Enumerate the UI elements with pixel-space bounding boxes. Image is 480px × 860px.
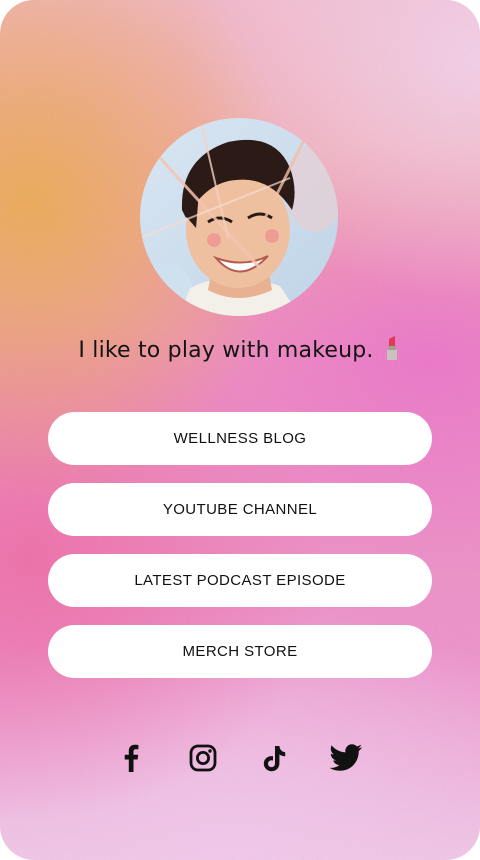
link-button-youtube-channel[interactable]: YOUTUBE CHANNEL bbox=[48, 483, 432, 536]
link-label: YOUTUBE CHANNEL bbox=[162, 501, 318, 518]
avatar[interactable] bbox=[140, 118, 338, 316]
link-label: WELLNESS BLOG bbox=[173, 430, 307, 447]
link-label: LATEST PODCAST EPISODE bbox=[134, 572, 346, 589]
lipstick-icon bbox=[382, 336, 402, 366]
bio-label: I like to play with makeup. bbox=[78, 338, 374, 363]
tiktok-icon[interactable] bbox=[260, 738, 288, 778]
facebook-icon[interactable] bbox=[118, 738, 144, 778]
link-label: MERCH STORE bbox=[182, 643, 298, 660]
link-list: WELLNESS BLOG YOUTUBE CHANNEL LATEST POD… bbox=[48, 412, 432, 696]
link-button-wellness-blog[interactable]: WELLNESS BLOG bbox=[48, 412, 432, 465]
profile-page: I like to play with makeup. WELLNESS BLO… bbox=[0, 0, 480, 860]
link-button-merch-store[interactable]: MERCH STORE bbox=[48, 625, 432, 678]
twitter-icon[interactable] bbox=[328, 738, 364, 778]
link-button-latest-podcast-episode[interactable]: LATEST PODCAST EPISODE bbox=[48, 554, 432, 607]
bio-text: I like to play with makeup. bbox=[0, 336, 480, 366]
instagram-icon[interactable] bbox=[188, 738, 218, 778]
profile-photo bbox=[140, 118, 338, 316]
social-links bbox=[0, 738, 480, 778]
